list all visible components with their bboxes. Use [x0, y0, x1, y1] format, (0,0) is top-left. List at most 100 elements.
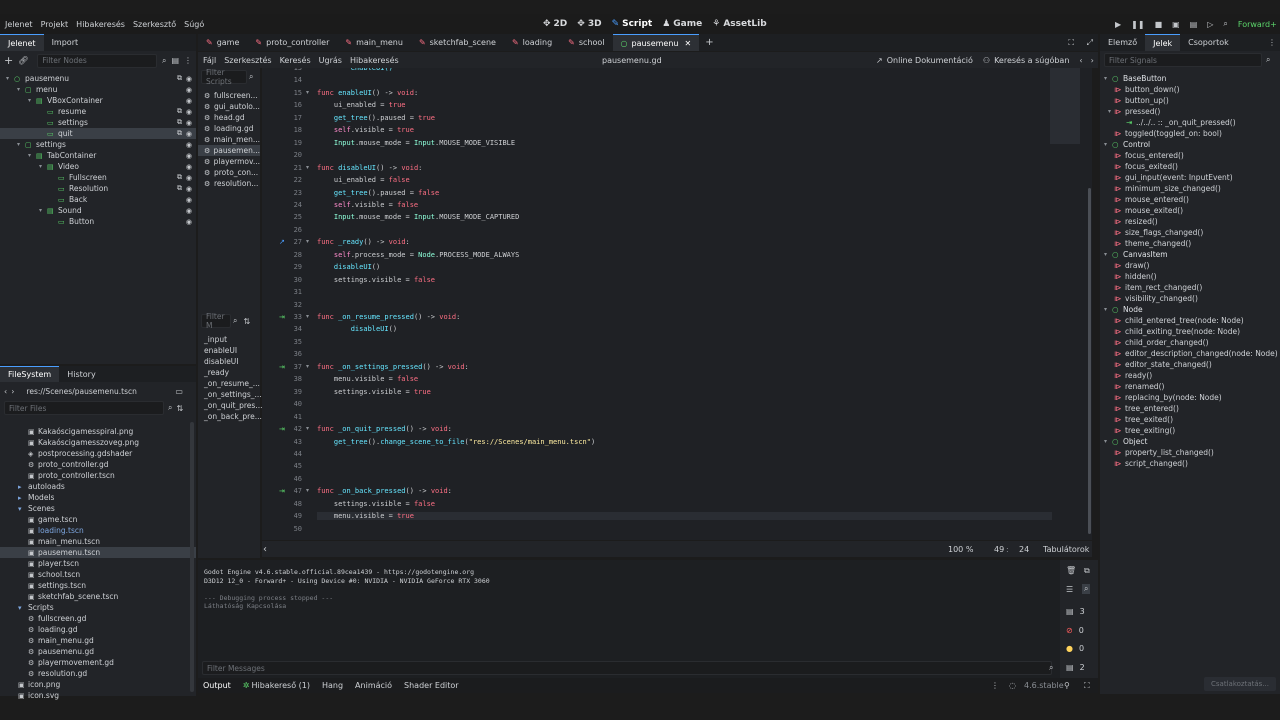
- clear-icon[interactable]: 🗑︎: [1066, 566, 1076, 575]
- distraction-free-icon[interactable]: ⤢: [1087, 38, 1093, 48]
- expand-arrow-icon[interactable]: ▾: [17, 141, 25, 148]
- scene-tab[interactable]: ✎ school: [560, 34, 612, 51]
- split-icon[interactable]: ▭: [175, 387, 183, 396]
- signal-item[interactable]: ⧐ draw(): [1100, 260, 1280, 271]
- scene-tab[interactable]: ✎ proto_controller: [247, 34, 337, 51]
- link-icon[interactable]: 🔗︎: [18, 56, 28, 65]
- scene-node[interactable]: ▾ ▤ Sound ◉: [0, 205, 196, 216]
- signal-class-header[interactable]: ▾ ○ Control: [1100, 139, 1280, 150]
- folder-item[interactable]: ▾ Scenes: [0, 503, 196, 514]
- workspace-script[interactable]: ✎ Script: [612, 19, 653, 29]
- signal-item[interactable]: ⧐ child_exiting_tree(node: Node): [1100, 326, 1280, 337]
- sort-icon[interactable]: ⇅: [176, 404, 183, 413]
- signal-item[interactable]: ⧐ minimum_size_changed(): [1100, 183, 1280, 194]
- signal-item[interactable]: ⧐ child_order_changed(): [1100, 337, 1280, 348]
- movie-icon[interactable]: ▤: [1190, 20, 1198, 29]
- method-item[interactable]: _on_back_pre...: [198, 411, 262, 422]
- file-item[interactable]: ▣ pausemenu.tscn: [0, 547, 196, 558]
- back-icon[interactable]: ‹: [4, 387, 7, 396]
- signal-item[interactable]: ⧐ mouse_entered(): [1100, 194, 1280, 205]
- connection-marker-icon[interactable]: ↗: [279, 238, 285, 246]
- connection-marker-icon[interactable]: ⇥: [279, 313, 285, 321]
- help-search-button[interactable]: Keresés a súgóban: [994, 56, 1069, 65]
- play-scene-icon[interactable]: ▷: [1207, 20, 1213, 29]
- file-item[interactable]: ⚙ proto_controller.gd: [0, 459, 196, 470]
- scene-node[interactable]: ▭ Back ◉: [0, 194, 196, 205]
- scene-node[interactable]: ▾ ▤ VBoxContainer ◉: [0, 95, 196, 106]
- signal-item[interactable]: ⧐ item_rect_changed(): [1100, 282, 1280, 293]
- connection-marker-icon[interactable]: ⇥: [279, 363, 285, 371]
- debugger-tab[interactable]: ✲ Hibakereső (1): [243, 681, 310, 690]
- add-node-icon[interactable]: +: [4, 54, 13, 67]
- bottom-tab[interactable]: Animáció: [355, 681, 392, 690]
- dock-tab[interactable]: FileSystem: [0, 366, 60, 382]
- script-menu-item[interactable]: Fájl: [203, 56, 216, 65]
- script-list-item[interactable]: ⚙ loading.gd: [198, 123, 260, 134]
- signal-item[interactable]: ⧐ replacing_by(node: Node): [1100, 392, 1280, 403]
- instance-icon[interactable]: ▤: [171, 56, 179, 65]
- dock-menu-icon[interactable]: ⋮: [1268, 38, 1276, 47]
- scene-tab[interactable]: ○ pausemenu ✕: [612, 34, 700, 51]
- collapse-icon[interactable]: ☰: [1066, 585, 1073, 594]
- signal-class-header[interactable]: ▾ ○ Object: [1100, 436, 1280, 447]
- menu-icon[interactable]: ⋮: [991, 681, 999, 690]
- file-item[interactable]: ▣ loading.tscn: [0, 525, 196, 536]
- warning-icon[interactable]: ●: [1066, 644, 1073, 653]
- file-item[interactable]: ▣ icon.svg: [0, 690, 196, 701]
- dock-tab[interactable]: Elemző: [1100, 34, 1145, 51]
- search-toggle-icon[interactable]: ⌕: [1082, 584, 1091, 594]
- filter-signals-input[interactable]: Filter Signals: [1104, 53, 1262, 67]
- script-menu-item[interactable]: Keresés: [280, 56, 311, 65]
- file-item[interactable]: ▣ player.tscn: [0, 558, 196, 569]
- signal-icon[interactable]: ⧉: [177, 107, 182, 116]
- signal-icon[interactable]: ⧉: [177, 173, 182, 182]
- scene-tab[interactable]: ✎ main_menu: [337, 34, 411, 51]
- expand-arrow-icon[interactable]: ▾: [17, 86, 25, 93]
- signal-icon[interactable]: ⧉: [177, 118, 182, 127]
- bottom-tab[interactable]: Hibakereső (1): [252, 681, 310, 690]
- file-item[interactable]: ⚙ resolution.gd: [0, 668, 196, 679]
- signal-icon[interactable]: ⧉: [177, 184, 182, 193]
- signal-item[interactable]: ⧐ button_down(): [1100, 84, 1280, 95]
- method-item[interactable]: _on_settings_...: [198, 389, 262, 400]
- workspace-assetlib[interactable]: ⚘ AssetLib: [712, 19, 766, 29]
- method-item[interactable]: _input: [198, 334, 260, 345]
- signal-item[interactable]: ⧐ script_changed(): [1100, 458, 1280, 469]
- scene-node[interactable]: ▭ quit ◉ ⧉: [0, 128, 196, 139]
- signal-connection[interactable]: ⇥ ../../.. :: _on_quit_pressed(): [1100, 117, 1280, 128]
- signal-item[interactable]: ▾ ⧐ pressed(): [1100, 106, 1280, 117]
- fold-arrow-icon[interactable]: ▾: [306, 363, 309, 370]
- file-item[interactable]: ⚙ playermovement.gd: [0, 657, 196, 668]
- method-item[interactable]: enableUI: [198, 345, 260, 356]
- visibility-icon[interactable]: ◉: [186, 97, 192, 105]
- info-icon[interactable]: ▤: [1066, 663, 1074, 672]
- dock-tab[interactable]: History: [59, 366, 103, 382]
- connection-marker-icon[interactable]: ⇥: [279, 425, 285, 433]
- file-item[interactable]: ▣ game.tscn: [0, 514, 196, 525]
- script-menu-item[interactable]: Ugrás: [319, 56, 342, 65]
- signal-item[interactable]: ⧐ focus_exited(): [1100, 161, 1280, 172]
- toggle-panel-icon[interactable]: ‹: [263, 544, 267, 555]
- connection-marker-icon[interactable]: ⇥: [279, 487, 285, 495]
- play-icon[interactable]: ▶: [1115, 20, 1121, 29]
- folder-item[interactable]: ▸ Models: [0, 492, 196, 503]
- sort-icon[interactable]: ⇅: [243, 317, 250, 326]
- file-item[interactable]: ⚙ loading.gd: [0, 624, 196, 635]
- prev-icon[interactable]: ‹: [1079, 56, 1082, 65]
- forward-icon[interactable]: ›: [11, 387, 14, 396]
- script-list-item[interactable]: ⚙ proto_con...: [198, 167, 260, 178]
- scene-node[interactable]: ▭ settings ◉ ⧉: [0, 117, 196, 128]
- expand-arrow-icon[interactable]: ▾: [39, 163, 47, 170]
- signal-item[interactable]: ⧐ renamed(): [1100, 381, 1280, 392]
- signal-item[interactable]: ⧐ ready(): [1100, 370, 1280, 381]
- file-item[interactable]: ▣ main_menu.tscn: [0, 536, 196, 547]
- scene-node[interactable]: ▾ ▤ Video ◉: [0, 161, 196, 172]
- script-list-item[interactable]: ⚙ main_men...: [198, 134, 260, 145]
- menu-item[interactable]: Projekt: [41, 20, 69, 29]
- bottom-tab[interactable]: Output: [203, 681, 231, 690]
- signal-item[interactable]: ⧐ resized(): [1100, 216, 1280, 227]
- filter-methods-input[interactable]: Filter M: [201, 312, 231, 330]
- method-item[interactable]: _on_resume_...: [198, 378, 260, 389]
- file-item[interactable]: ⚙ fullscreen.gd: [0, 613, 196, 624]
- online-docs-button[interactable]: Online Dokumentáció: [887, 56, 973, 65]
